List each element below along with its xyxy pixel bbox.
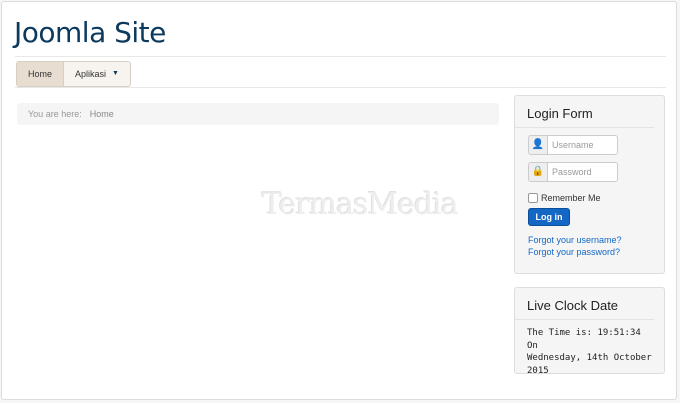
user-icon: 👤: [528, 135, 547, 155]
clock-line: The Time is: 19:51:34 On: [527, 328, 641, 351]
clock-line: 2015: [527, 365, 549, 376]
watermark: TermasMedia: [262, 187, 459, 222]
clock-title: Live Clock Date: [515, 288, 654, 320]
username-input[interactable]: Username: [547, 135, 618, 155]
forgot-password-link[interactable]: Forgot your password?: [528, 246, 664, 258]
lock-icon: 🔒: [528, 162, 547, 182]
remember-label: Remember Me: [541, 193, 601, 203]
breadcrumb-prefix: You are here:: [28, 109, 82, 119]
nav-item-home[interactable]: Home: [17, 62, 65, 86]
page-container: Joomla Site Home Aplikasi ▼ You are here…: [1, 1, 677, 400]
login-module: Login Form 👤 Username 🔒 Password Remembe…: [514, 95, 665, 274]
username-row: 👤 Username: [528, 135, 664, 155]
divider: [15, 56, 666, 57]
site-title[interactable]: Joomla Site: [14, 16, 166, 49]
nav-item-aplikasi[interactable]: Aplikasi ▼: [64, 62, 130, 86]
nav-item-label: Home: [28, 69, 53, 79]
forgot-username-link[interactable]: Forgot your username?: [528, 234, 664, 246]
login-title: Login Form: [515, 96, 654, 128]
password-row: 🔒 Password: [528, 162, 664, 182]
remember-checkbox[interactable]: [528, 193, 538, 203]
clock-module: Live Clock Date The Time is: 19:51:34 On…: [514, 287, 665, 377]
breadcrumb-current: Home: [89, 109, 114, 119]
breadcrumb: You are here: Home: [17, 103, 499, 125]
caret-down-icon: ▼: [112, 70, 119, 77]
main-menu: Home Aplikasi ▼: [16, 61, 131, 87]
login-button[interactable]: Log in: [528, 208, 570, 226]
clock-text: The Time is: 19:51:34 On Wednesday, 14th…: [527, 327, 654, 377]
password-input[interactable]: Password: [547, 162, 618, 182]
divider: [15, 87, 666, 88]
clock-line: Wednesday, 14th October: [527, 353, 652, 363]
remember-me[interactable]: Remember Me: [528, 193, 664, 203]
nav-item-label: Aplikasi: [75, 69, 107, 79]
